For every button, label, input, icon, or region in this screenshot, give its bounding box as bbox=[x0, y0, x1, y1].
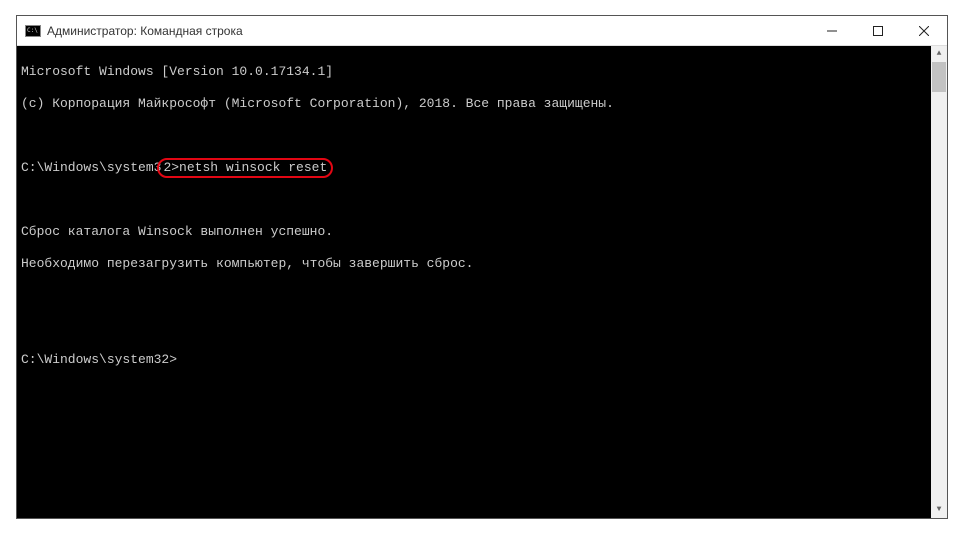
highlighted-command: 2>netsh winsock reset bbox=[157, 158, 333, 178]
console-output[interactable]: Microsoft Windows [Version 10.0.17134.1]… bbox=[17, 46, 947, 518]
cmd-icon bbox=[25, 25, 41, 37]
console-line: (c) Корпорация Майкрософт (Microsoft Cor… bbox=[21, 96, 943, 112]
maximize-button[interactable] bbox=[855, 16, 901, 45]
console-blank bbox=[21, 192, 943, 208]
minimize-button[interactable] bbox=[809, 16, 855, 45]
console-blank bbox=[21, 288, 943, 304]
console-prompt-line: C:\Windows\system32>netsh winsock reset bbox=[21, 160, 943, 176]
titlebar[interactable]: Администратор: Командная строка bbox=[17, 16, 947, 46]
console-line: Сброс каталога Winsock выполнен успешно. bbox=[21, 224, 943, 240]
window-title: Администратор: Командная строка bbox=[47, 24, 243, 38]
scroll-thumb[interactable] bbox=[932, 62, 946, 92]
vertical-scrollbar[interactable]: ▲ ▼ bbox=[931, 46, 947, 518]
window-controls bbox=[809, 16, 947, 45]
console-line: Microsoft Windows [Version 10.0.17134.1] bbox=[21, 64, 943, 80]
console-blank bbox=[21, 320, 943, 336]
scroll-up-icon[interactable]: ▲ bbox=[931, 46, 947, 62]
close-button[interactable] bbox=[901, 16, 947, 45]
command-prompt-window: Администратор: Командная строка Microsof… bbox=[16, 15, 948, 519]
prompt-path: C:\Windows\system3 bbox=[21, 160, 161, 175]
scroll-down-icon[interactable]: ▼ bbox=[931, 502, 947, 518]
console-prompt-line: C:\Windows\system32> bbox=[21, 352, 943, 368]
console-line: Необходимо перезагрузить компьютер, чтоб… bbox=[21, 256, 943, 272]
console-blank bbox=[21, 128, 943, 144]
